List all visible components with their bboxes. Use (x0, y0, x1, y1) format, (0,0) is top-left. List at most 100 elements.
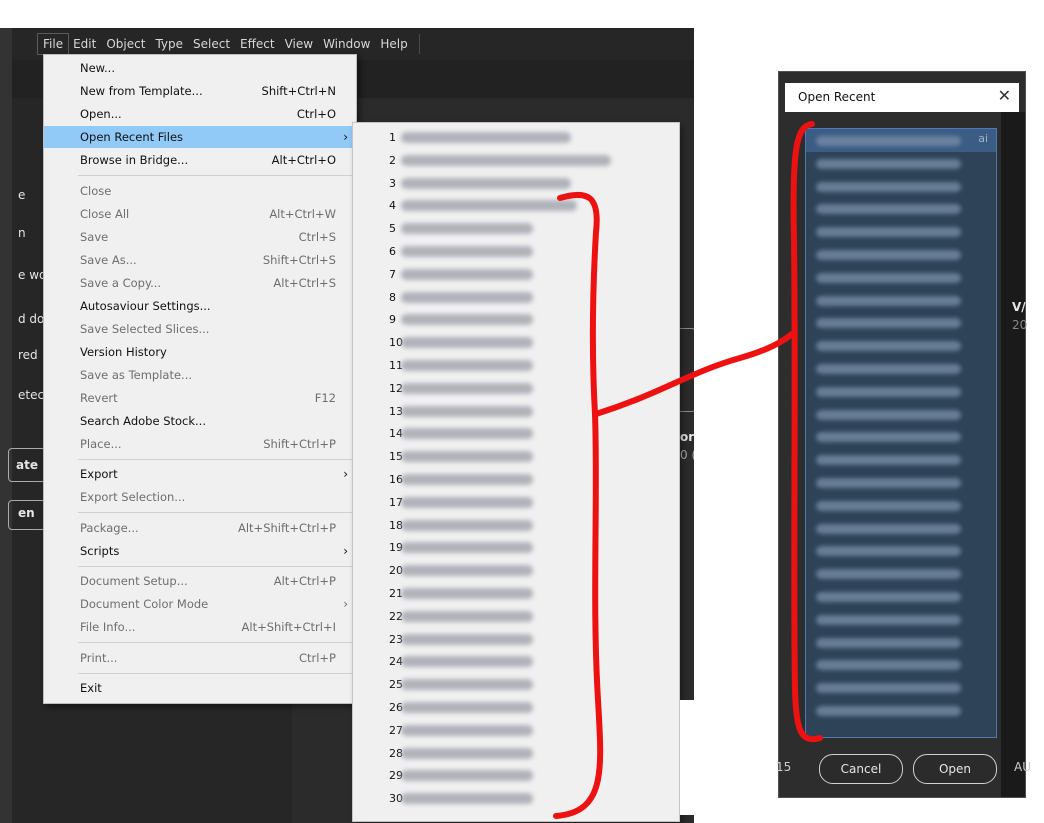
recent-file-item[interactable]: 19 (353, 536, 679, 559)
recent-file-list-item[interactable] (806, 653, 996, 676)
menu-file[interactable]: File (36, 33, 70, 55)
menu-item-close-all[interactable]: Close All Alt+Ctrl+W (44, 203, 356, 225)
menu-effect[interactable]: Effect (235, 34, 280, 54)
recent-file-item[interactable]: 16 (353, 468, 679, 491)
recent-file-number: 4 (389, 199, 396, 213)
recent-file-item[interactable]: 4 (353, 194, 679, 217)
menu-item-export-selection[interactable]: Export Selection... (44, 486, 356, 508)
menu-item-close[interactable]: Close (44, 180, 356, 202)
recent-file-list-item[interactable] (806, 152, 996, 175)
recent-file-list-item[interactable] (806, 243, 996, 266)
menu-edit[interactable]: Edit (68, 34, 101, 54)
recent-file-item[interactable]: 6 (353, 240, 679, 263)
recent-file-list-item[interactable] (806, 539, 996, 562)
menu-item-file-info[interactable]: File Info... Alt+Shift+Ctrl+I (44, 616, 356, 638)
recent-file-list-item[interactable] (806, 608, 996, 631)
recent-file-item[interactable]: 1 (353, 126, 679, 149)
recent-file-list-item[interactable] (806, 266, 996, 289)
menu-item-scripts[interactable]: Scripts › (44, 540, 356, 562)
menu-item-autosaviour-settings[interactable]: Autosaviour Settings... (44, 295, 356, 317)
menu-item-new-from-template[interactable]: New from Template... Shift+Ctrl+N (44, 80, 356, 102)
recent-file-item[interactable]: 22 (353, 605, 679, 628)
menu-item-package[interactable]: Package... Alt+Shift+Ctrl+P (44, 517, 356, 539)
recent-file-item[interactable]: 2 (353, 149, 679, 172)
recent-file-item[interactable]: 11 (353, 354, 679, 377)
recent-file-item[interactable]: 23 (353, 628, 679, 651)
recent-file-item[interactable]: 8 (353, 286, 679, 309)
recent-file-list-item[interactable] (806, 494, 996, 517)
recent-file-item[interactable]: 3 (353, 172, 679, 195)
recent-file-list-item[interactable] (806, 448, 996, 471)
recent-file-item[interactable]: 27 (353, 719, 679, 742)
recent-file-list-item[interactable] (806, 471, 996, 494)
recent-file-item[interactable]: 29 (353, 764, 679, 787)
menu-item-shortcut: Alt+Ctrl+P (273, 574, 336, 588)
menu-item-label: Version History (80, 345, 167, 359)
menu-item-print[interactable]: Print... Ctrl+P (44, 647, 356, 669)
recent-file-item[interactable]: 9 (353, 308, 679, 331)
recent-file-item[interactable]: 20 (353, 559, 679, 582)
menu-type[interactable]: Type (150, 34, 188, 54)
recent-file-list-item[interactable] (806, 562, 996, 585)
recent-file-item[interactable]: 28 (353, 742, 679, 765)
recent-file-list-item[interactable] (806, 403, 996, 426)
recent-file-list-item[interactable] (806, 676, 996, 699)
menu-help[interactable]: Help (375, 34, 412, 54)
recent-file-list-item[interactable] (806, 425, 996, 448)
open-button[interactable]: Open (913, 754, 997, 784)
menu-item-revert[interactable]: Revert F12 (44, 387, 356, 409)
recent-file-list-item[interactable] (806, 517, 996, 540)
recent-file-list-item[interactable] (806, 334, 996, 357)
recent-file-item[interactable]: 26 (353, 696, 679, 719)
menu-item-save-as-template[interactable]: Save as Template... (44, 364, 356, 386)
recent-file-item[interactable]: 21 (353, 582, 679, 605)
recent-file-list-item[interactable] (806, 357, 996, 380)
bg-text-fragment: V/ (1012, 300, 1026, 314)
menu-item-open[interactable]: Open... Ctrl+O (44, 103, 356, 125)
menu-item-exit[interactable]: Exit (44, 677, 356, 699)
recent-file-item[interactable]: 7 (353, 263, 679, 286)
recent-file-list-item[interactable] (806, 380, 996, 403)
recent-file-item[interactable]: 12 (353, 377, 679, 400)
recent-file-item[interactable]: 15 (353, 445, 679, 468)
menu-item-save-a-copy[interactable]: Save a Copy... Alt+Ctrl+S (44, 272, 356, 294)
menu-item-place[interactable]: Place... Shift+Ctrl+P (44, 433, 356, 455)
recent-file-item[interactable]: 5 (353, 217, 679, 240)
recent-file-list-item[interactable] (806, 289, 996, 312)
menu-item-search-adobe-stock[interactable]: Search Adobe Stock... (44, 410, 356, 432)
menu-item-new[interactable]: New... (44, 57, 356, 79)
recent-file-list-item[interactable] (806, 220, 996, 243)
close-icon[interactable]: ✕ (998, 86, 1011, 105)
menu-item-save[interactable]: Save Ctrl+S (44, 226, 356, 248)
menu-item-save-as[interactable]: Save As... Shift+Ctrl+S (44, 249, 356, 271)
recent-file-list-item[interactable] (806, 631, 996, 654)
recent-file-item[interactable]: 17 (353, 491, 679, 514)
menu-select[interactable]: Select (188, 34, 235, 54)
menu-item-open-recent-files[interactable]: Open Recent Files › (44, 126, 356, 148)
recent-file-item[interactable]: 30 (353, 787, 679, 810)
menu-item-version-history[interactable]: Version History (44, 341, 356, 363)
menu-view[interactable]: View (280, 34, 318, 54)
menu-object[interactable]: Object (101, 34, 150, 54)
menu-item-export[interactable]: Export › (44, 463, 356, 485)
recent-file-item[interactable]: 25 (353, 673, 679, 696)
recent-file-item[interactable]: 13 (353, 400, 679, 423)
recent-file-list-item[interactable] (806, 175, 996, 198)
menu-window[interactable]: Window (318, 34, 375, 54)
recent-file-item[interactable]: 18 (353, 514, 679, 537)
menu-item-browse-in-bridge[interactable]: Browse in Bridge... Alt+Ctrl+O (44, 149, 356, 171)
recent-file-list-item[interactable] (806, 699, 996, 722)
recent-file-list-item[interactable]: ai (806, 129, 996, 152)
recent-file-item[interactable]: 10 (353, 331, 679, 354)
menu-item-save-selected-slices[interactable]: Save Selected Slices... (44, 318, 356, 340)
recent-file-list-item[interactable] (806, 311, 996, 334)
recent-file-item[interactable]: 14 (353, 422, 679, 445)
menu-item-document-color-mode[interactable]: Document Color Mode › (44, 593, 356, 615)
recent-file-list-item[interactable] (806, 585, 996, 608)
menu-item-document-setup[interactable]: Document Setup... Alt+Ctrl+P (44, 570, 356, 592)
cancel-button[interactable]: Cancel (819, 754, 903, 784)
redacted-filename (816, 158, 961, 169)
recent-file-list-item[interactable] (806, 197, 996, 220)
recent-file-item[interactable]: 24 (353, 650, 679, 673)
recent-file-list[interactable]: ai (805, 128, 997, 738)
